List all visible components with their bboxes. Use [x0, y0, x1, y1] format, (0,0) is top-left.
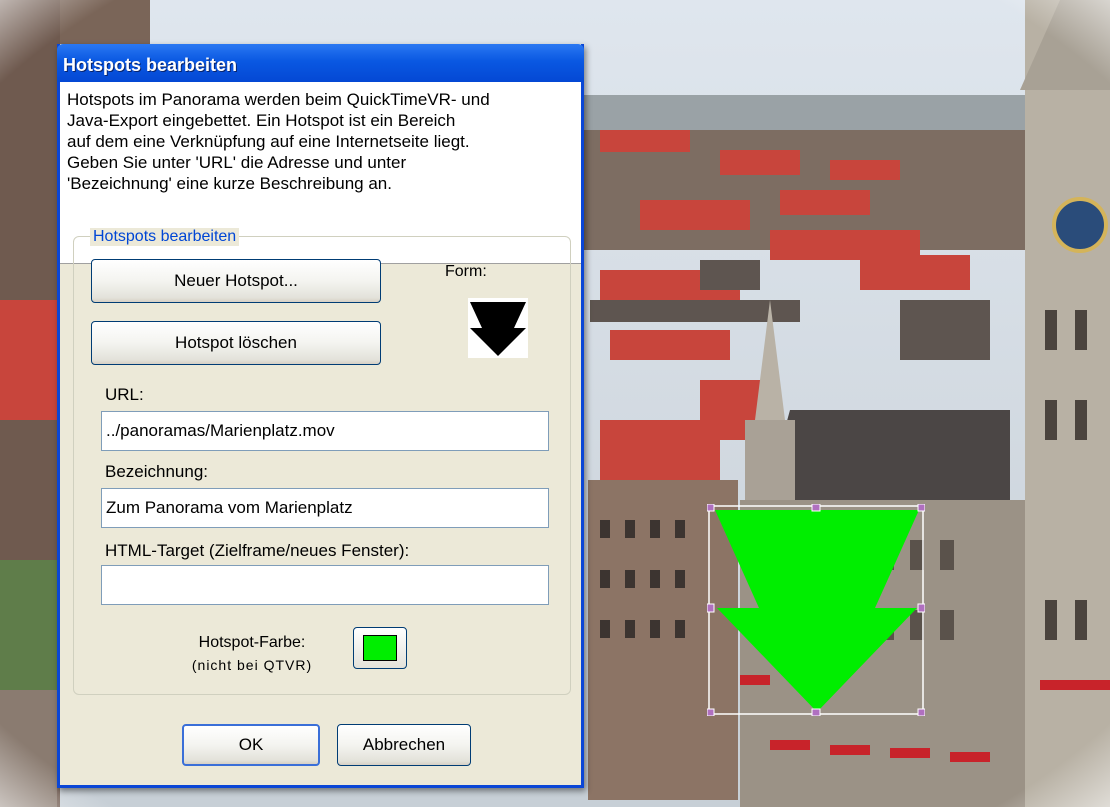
target-label: HTML-Target (Zielframe/neues Fenster):	[105, 541, 410, 560]
url-input[interactable]	[101, 411, 549, 451]
resize-handle-top[interactable]	[811, 504, 821, 512]
info-line: Geben Sie unter 'URL' die Adresse und un…	[67, 153, 407, 172]
new-hotspot-button[interactable]: Neuer Hotspot...	[91, 259, 381, 303]
delete-hotspot-button[interactable]: Hotspot löschen	[91, 321, 381, 365]
info-line: 'Bezeichnung' eine kurze Beschreibung an…	[67, 174, 392, 193]
resize-handle-bottom-right[interactable]	[917, 708, 925, 716]
group-title: Hotspots bearbeiten	[90, 228, 240, 246]
resize-handle-top-right[interactable]	[917, 504, 925, 512]
color-label-text: Hotspot-Farbe:	[198, 634, 306, 651]
info-text: Hotspots im Panorama werden beim QuickTi…	[67, 89, 567, 194]
url-label: URL:	[105, 385, 144, 404]
form-shape-picker[interactable]	[468, 298, 528, 358]
resize-handle-bottom-left[interactable]	[707, 708, 715, 716]
dialog-titlebar[interactable]: Hotspots bearbeiten	[57, 44, 584, 82]
arrow-down-icon	[470, 302, 526, 356]
green-arrow-hotspot-icon[interactable]	[715, 510, 919, 712]
name-input[interactable]	[101, 488, 549, 528]
form-label: Form:	[445, 263, 487, 280]
info-line: auf dem eine Verknüpfung auf eine Intern…	[67, 132, 470, 151]
target-input[interactable]	[101, 565, 549, 605]
name-label: Bezeichnung:	[105, 462, 209, 481]
hotspot-selection[interactable]	[707, 504, 925, 716]
resize-handle-right[interactable]	[917, 603, 925, 613]
ok-button[interactable]: OK	[182, 724, 320, 766]
cancel-button[interactable]: Abbrechen	[337, 724, 471, 766]
resize-handle-left[interactable]	[707, 603, 715, 613]
info-line: Java-Export eingebettet. Ein Hotspot ist…	[67, 111, 456, 130]
color-note: (nicht bei QTVR)	[191, 657, 313, 673]
hotspot-dialog: Hotspots bearbeiten Hotspots im Panorama…	[57, 44, 584, 788]
info-line: Hotspots im Panorama werden beim QuickTi…	[67, 90, 490, 109]
dialog-title: Hotspots bearbeiten	[63, 55, 238, 75]
color-swatch	[363, 635, 397, 661]
hotspot-color-button[interactable]	[353, 627, 407, 669]
hotspot-color-label: Hotspot-Farbe: (nicht bei QTVR)	[164, 632, 340, 677]
resize-handle-top-left[interactable]	[707, 504, 715, 512]
resize-handle-bottom[interactable]	[811, 708, 821, 716]
